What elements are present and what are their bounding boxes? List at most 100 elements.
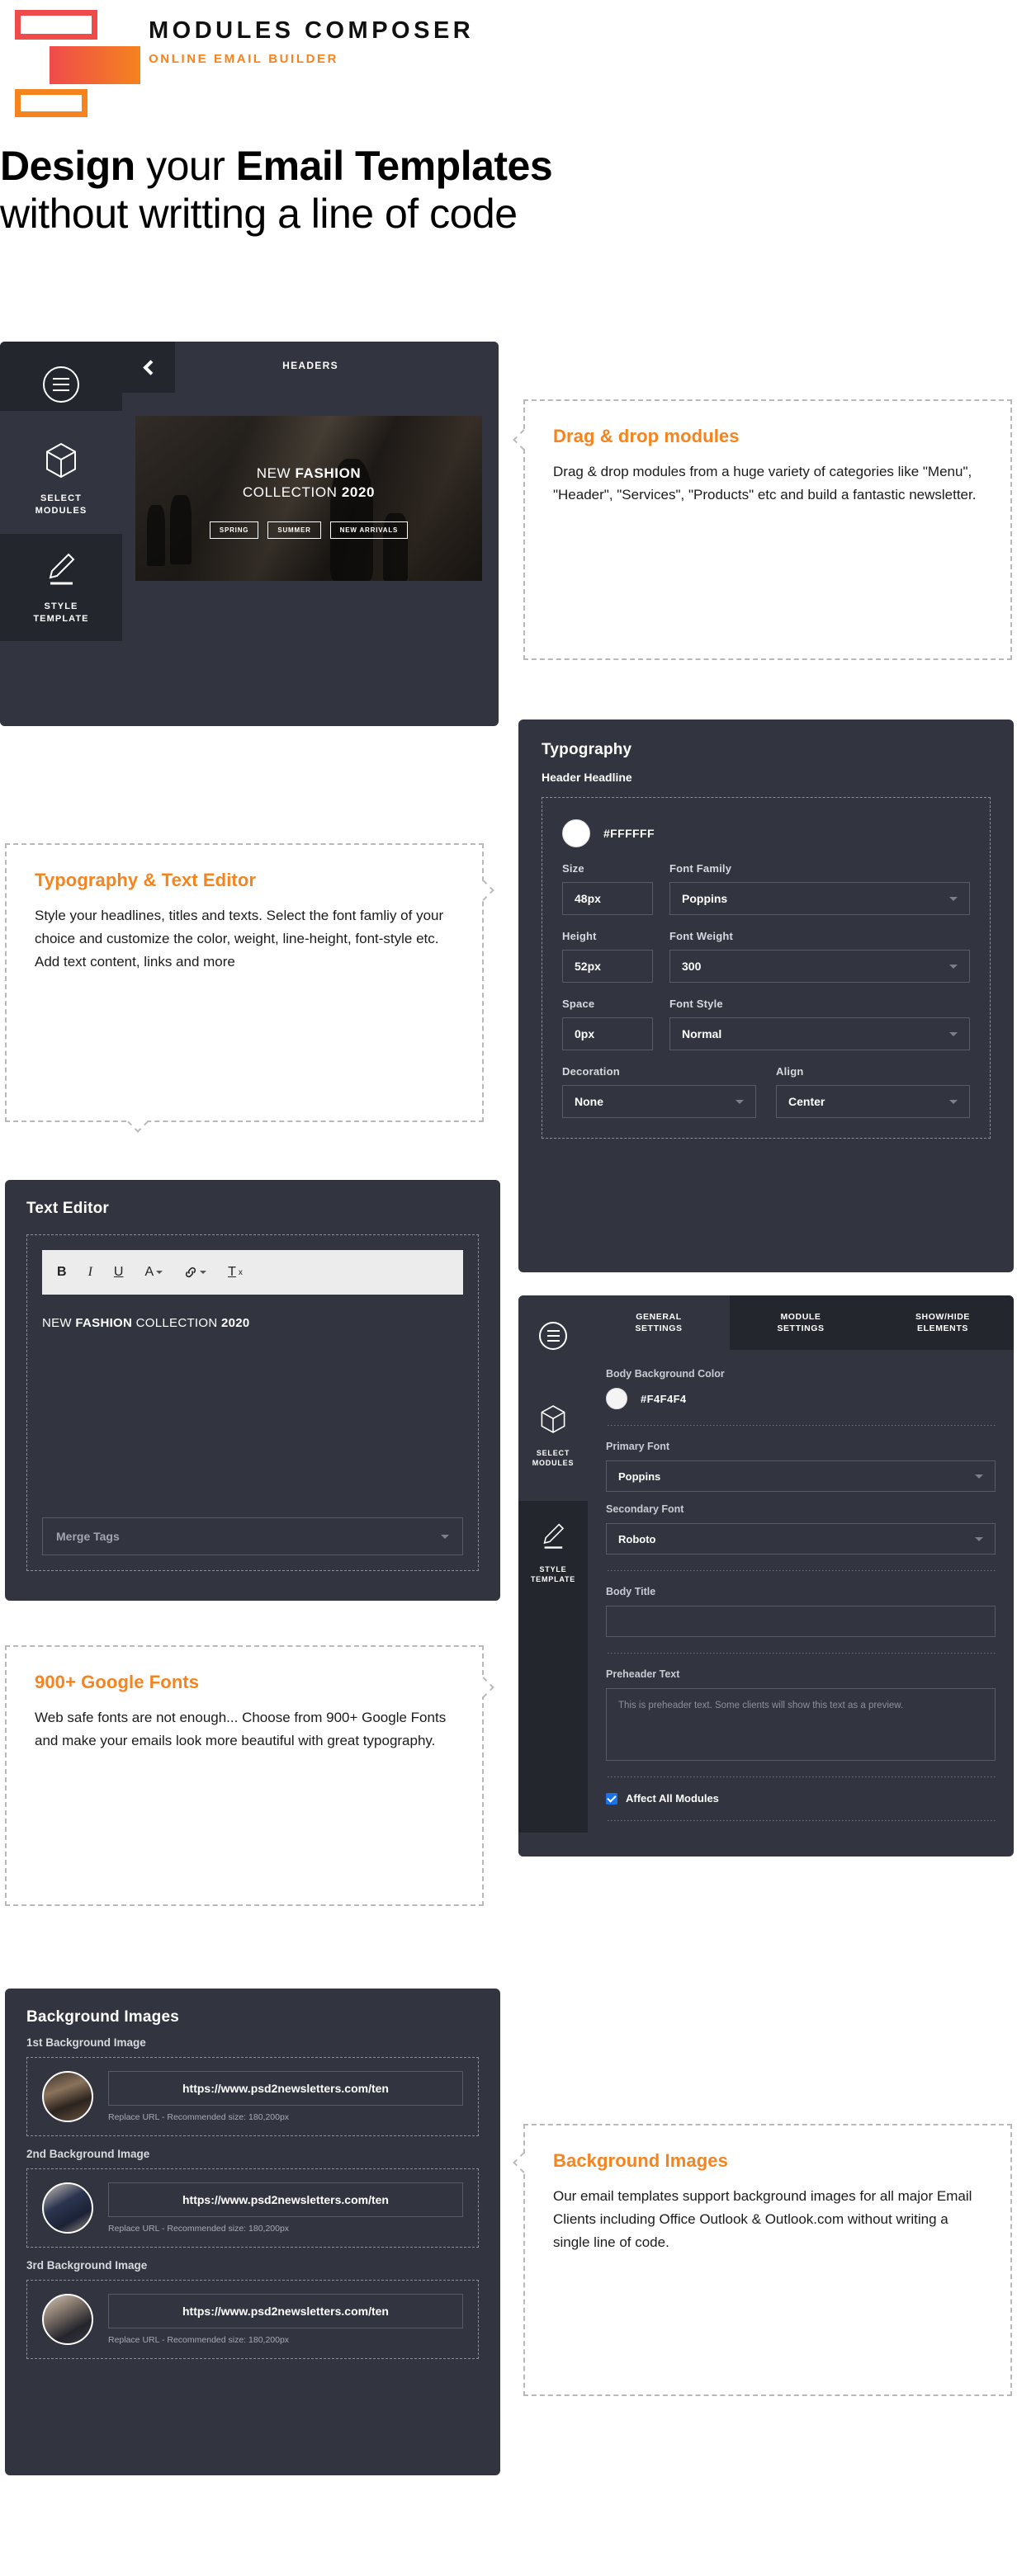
text-color-icon[interactable]: A xyxy=(144,1265,163,1280)
space-label: Space xyxy=(562,998,595,1010)
font-family-field: Font Family Poppins xyxy=(669,862,970,915)
preview-headline-line1: NEW FASHION xyxy=(256,465,362,481)
divider xyxy=(606,1776,996,1777)
background-url-hint: Replace URL - Recommended size: 180,200p… xyxy=(108,2112,290,2122)
chevron-down-icon xyxy=(736,1099,744,1104)
style-sidebar-menu-button[interactable] xyxy=(518,1295,588,1383)
cube-icon xyxy=(45,442,78,483)
font-style-value: Normal xyxy=(682,1027,722,1040)
space-style-row: Space 0px Font Style Normal xyxy=(562,998,970,1050)
sidebar-item-select-modules-label: SELECT MODULES xyxy=(35,493,88,516)
text-editor-content[interactable]: NEW FASHION COLLECTION 2020 xyxy=(42,1316,463,1330)
callout-typography-text-editor: Typography & Text Editor Style your head… xyxy=(5,843,494,1133)
callout-google-fonts: 900+ Google Fonts Web safe fonts are not… xyxy=(5,1645,494,1906)
font-family-select[interactable]: Poppins xyxy=(669,882,970,915)
background-url-input[interactable]: https://www.psd2newsletters.com/ten xyxy=(108,2071,463,2106)
typography-section-label: Header Headline xyxy=(542,771,632,784)
body-background-color-row[interactable]: #F4F4F4 xyxy=(606,1388,996,1409)
space-field: Space 0px xyxy=(562,998,653,1050)
body-background-color-label: Body Background Color xyxy=(606,1368,725,1380)
hamburger-circle-icon xyxy=(43,366,79,403)
body-title-label: Body Title xyxy=(606,1586,656,1597)
background-image-thumbnail[interactable] xyxy=(42,2182,93,2234)
style-sidebar-item-select-modules[interactable]: SELECT MODULES xyxy=(518,1383,588,1501)
sidebar-menu-button[interactable] xyxy=(0,366,122,424)
link-icon[interactable] xyxy=(184,1266,207,1279)
hero-word-design: Design xyxy=(0,143,135,189)
preview-tag-spring[interactable]: SPRING xyxy=(209,521,259,539)
primary-font-label: Primary Font xyxy=(606,1441,670,1452)
color-swatch[interactable] xyxy=(562,819,590,847)
italic-icon[interactable]: I xyxy=(88,1265,92,1280)
tab-module-settings[interactable]: MODULE SETTINGS xyxy=(730,1295,872,1350)
bold-icon[interactable]: B xyxy=(57,1265,67,1280)
divider xyxy=(606,1569,996,1571)
background-url-input[interactable]: https://www.psd2newsletters.com/ten xyxy=(108,2294,463,2328)
background-row-3: https://www.psd2newsletters.com/ten Repl… xyxy=(26,2280,479,2359)
sidebar-item-select-modules[interactable]: SELECT MODULES xyxy=(0,424,122,534)
decoration-select[interactable]: None xyxy=(562,1085,756,1118)
affect-all-modules-label: Affect All Modules xyxy=(626,1792,719,1805)
style-sidebar: SELECT MODULES STYLE TEMPLATE xyxy=(518,1295,588,1857)
decoration-label: Decoration xyxy=(562,1065,620,1078)
divider xyxy=(606,1424,996,1426)
text-editor-panel: Text Editor B I U A Tx NEW FASHION COLLE… xyxy=(5,1180,500,1601)
background-url-hint: Replace URL - Recommended size: 180,200p… xyxy=(108,2224,290,2234)
preview-headline: NEW FASHION COLLECTION 2020 xyxy=(135,465,482,501)
underline-icon[interactable]: U xyxy=(114,1265,124,1280)
builder-sidebar: SELECT MODULES STYLE TEMPLATE xyxy=(0,342,122,726)
size-input[interactable]: 48px xyxy=(562,882,653,915)
chevron-down-icon xyxy=(949,1099,958,1104)
header-module-preview[interactable]: NEW FASHION COLLECTION 2020 SPRING SUMME… xyxy=(135,416,482,581)
typography-fields-group: #FFFFFF Size 48px Font Family Poppins He… xyxy=(542,797,991,1139)
callout-drag-and-drop: Drag & drop modules Drag & drop modules … xyxy=(513,399,1012,660)
primary-font-select[interactable]: Poppins xyxy=(606,1460,996,1492)
preheader-text-input[interactable]: This is preheader text. Some clients wil… xyxy=(606,1688,996,1761)
style-sidebar-item-style-template-label: STYLE TEMPLATE xyxy=(530,1565,576,1584)
font-family-label: Font Family xyxy=(669,862,732,875)
headline-color-row[interactable]: #FFFFFF xyxy=(562,819,970,847)
height-label: Height xyxy=(562,930,597,942)
size-family-row: Size 48px Font Family Poppins xyxy=(562,862,970,915)
font-weight-select[interactable]: 300 xyxy=(669,950,970,983)
sidebar-item-style-template[interactable]: STYLE TEMPLATE xyxy=(0,533,122,642)
sidebar-item-style-template-label: STYLE TEMPLATE xyxy=(33,601,89,624)
space-input[interactable]: 0px xyxy=(562,1017,653,1050)
height-field: Height 52px xyxy=(562,930,653,983)
background-image-thumbnail[interactable] xyxy=(42,2071,93,2122)
callout-background-body: Our email templates support background i… xyxy=(553,2188,972,2251)
preview-tag-summer[interactable]: SUMMER xyxy=(267,521,321,539)
pencil-icon xyxy=(540,1522,566,1555)
clear-format-icon[interactable]: Tx xyxy=(228,1265,243,1280)
background-image-thumbnail[interactable] xyxy=(42,2294,93,2345)
affect-all-modules-checkbox[interactable]: Affect All Modules xyxy=(606,1792,996,1805)
color-value: #FFFFFF xyxy=(603,827,655,840)
callout-typography-body: Style your headlines, titles and texts. … xyxy=(35,908,444,970)
callout-fonts-heading: 900+ Google Fonts xyxy=(35,1672,200,1692)
font-style-field: Font Style Normal xyxy=(669,998,970,1050)
body-title-input[interactable] xyxy=(606,1606,996,1637)
secondary-font-select[interactable]: Roboto xyxy=(606,1523,996,1555)
align-select[interactable]: Center xyxy=(776,1085,970,1118)
style-sidebar-item-style-template[interactable]: STYLE TEMPLATE xyxy=(518,1501,588,1618)
preview-headline-line2: COLLECTION 2020 xyxy=(242,484,376,500)
background-row-2-label: 2nd Background Image xyxy=(26,2148,150,2160)
merge-tags-select[interactable]: Merge Tags xyxy=(42,1517,463,1555)
background-url-input[interactable]: https://www.psd2newsletters.com/ten xyxy=(108,2182,463,2217)
callout-connector-bottom xyxy=(127,1111,149,1133)
height-weight-row: Height 52px Font Weight 300 xyxy=(562,930,970,983)
tab-show-hide-elements[interactable]: SHOW/HIDE ELEMENTS xyxy=(872,1295,1014,1350)
preheader-text-label: Preheader Text xyxy=(606,1668,680,1680)
font-style-label: Font Style xyxy=(669,998,723,1010)
height-input[interactable]: 52px xyxy=(562,950,653,983)
brand-text: MODULES COMPOSER ONLINE EMAIL BUILDER xyxy=(149,17,474,66)
font-weight-label: Font Weight xyxy=(669,930,734,942)
tab-general-settings[interactable]: GENERAL SETTINGS xyxy=(588,1295,730,1350)
body-background-color-value: #F4F4F4 xyxy=(641,1392,687,1405)
body-background-color-swatch[interactable] xyxy=(606,1388,627,1409)
hero-line-2: without writting a line of code xyxy=(0,191,518,237)
divider xyxy=(606,1819,996,1821)
preview-tag-new-arrivals[interactable]: NEW ARRIVALS xyxy=(329,521,409,539)
size-label: Size xyxy=(562,862,584,875)
font-style-select[interactable]: Normal xyxy=(669,1017,970,1050)
